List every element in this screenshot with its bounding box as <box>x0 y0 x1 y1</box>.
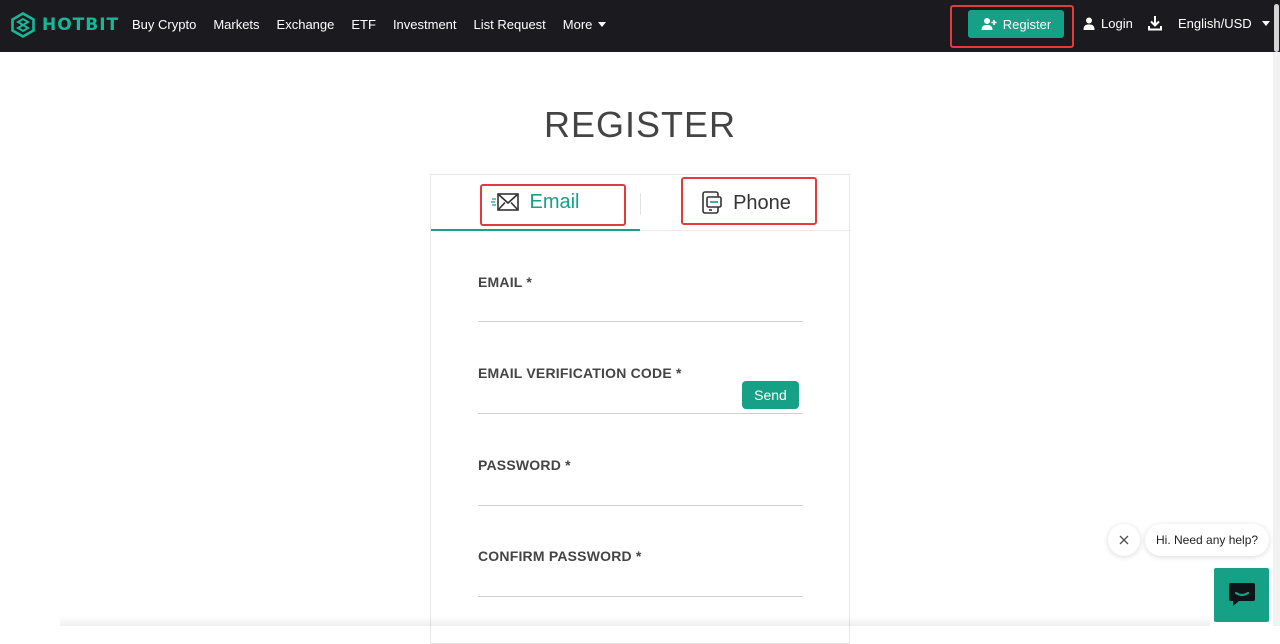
register-button-label: Register <box>1002 16 1052 32</box>
main-nav: Buy Crypto Markets Exchange ETF Investme… <box>132 0 623 48</box>
nav-item-markets[interactable]: Markets <box>213 17 259 32</box>
confirm-password-field-label: CONFIRM PASSWORD * <box>478 548 642 564</box>
confirm-password-field-underline <box>478 596 803 597</box>
brand-name: HOTBIT <box>42 15 120 35</box>
chevron-down-icon <box>1261 21 1270 26</box>
register-button[interactable]: Register <box>968 10 1064 38</box>
email-verification-code-field[interactable] <box>478 387 736 411</box>
nav-item-more[interactable]: More <box>563 17 607 32</box>
nav-item-exchange[interactable]: Exchange <box>277 17 335 32</box>
nav-item-investment[interactable]: Investment <box>393 17 457 32</box>
language-label: English/USD <box>1178 16 1252 31</box>
close-icon <box>1119 535 1129 545</box>
chat-launcher-button[interactable] <box>1214 568 1269 622</box>
nav-item-list-request[interactable]: List Request <box>474 17 546 32</box>
chevron-down-icon <box>598 21 607 27</box>
add-user-icon <box>981 18 997 30</box>
download-icon[interactable] <box>1148 15 1162 31</box>
login-label: Login <box>1101 16 1133 31</box>
hotbit-logo-icon <box>11 12 35 38</box>
user-icon <box>1083 17 1095 30</box>
password-field-underline <box>478 505 803 506</box>
scrollbar-thumb[interactable] <box>1274 4 1279 52</box>
nav-item-buy-crypto[interactable]: Buy Crypto <box>132 17 196 32</box>
login-link[interactable]: Login <box>1083 16 1133 31</box>
highlight-box-email-tab <box>480 184 626 226</box>
register-form-card: Email Phone EMAIL * EMAIL VERIFICATION C… <box>430 174 851 644</box>
bottom-shadow <box>60 616 1210 626</box>
email-field-label: EMAIL * <box>478 274 533 290</box>
nav-item-etf[interactable]: ETF <box>351 17 376 32</box>
email-field[interactable] <box>478 295 803 319</box>
email-code-field-label: EMAIL VERIFICATION CODE * <box>478 365 682 381</box>
confirm-password-field[interactable] <box>478 570 803 594</box>
help-close-button[interactable] <box>1108 524 1140 556</box>
chat-icon <box>1228 583 1255 606</box>
highlight-box-phone-tab <box>681 177 817 225</box>
email-field-underline <box>478 321 803 322</box>
password-field-label: PASSWORD * <box>478 457 571 473</box>
help-message-bubble[interactable]: Hi. Need any help? <box>1145 524 1270 556</box>
top-navigation-bar: HOTBIT Buy Crypto Markets Exchange ETF I… <box>0 0 1280 52</box>
page-title: REGISTER <box>543 104 737 145</box>
hotbit-logo[interactable]: HOTBIT <box>10 12 119 38</box>
send-code-button[interactable]: Send <box>742 381 799 409</box>
password-field[interactable] <box>478 479 803 503</box>
language-currency-selector[interactable]: English/USD <box>1178 16 1270 31</box>
nav-more-label: More <box>562 16 593 32</box>
email-code-field-underline <box>478 413 803 414</box>
